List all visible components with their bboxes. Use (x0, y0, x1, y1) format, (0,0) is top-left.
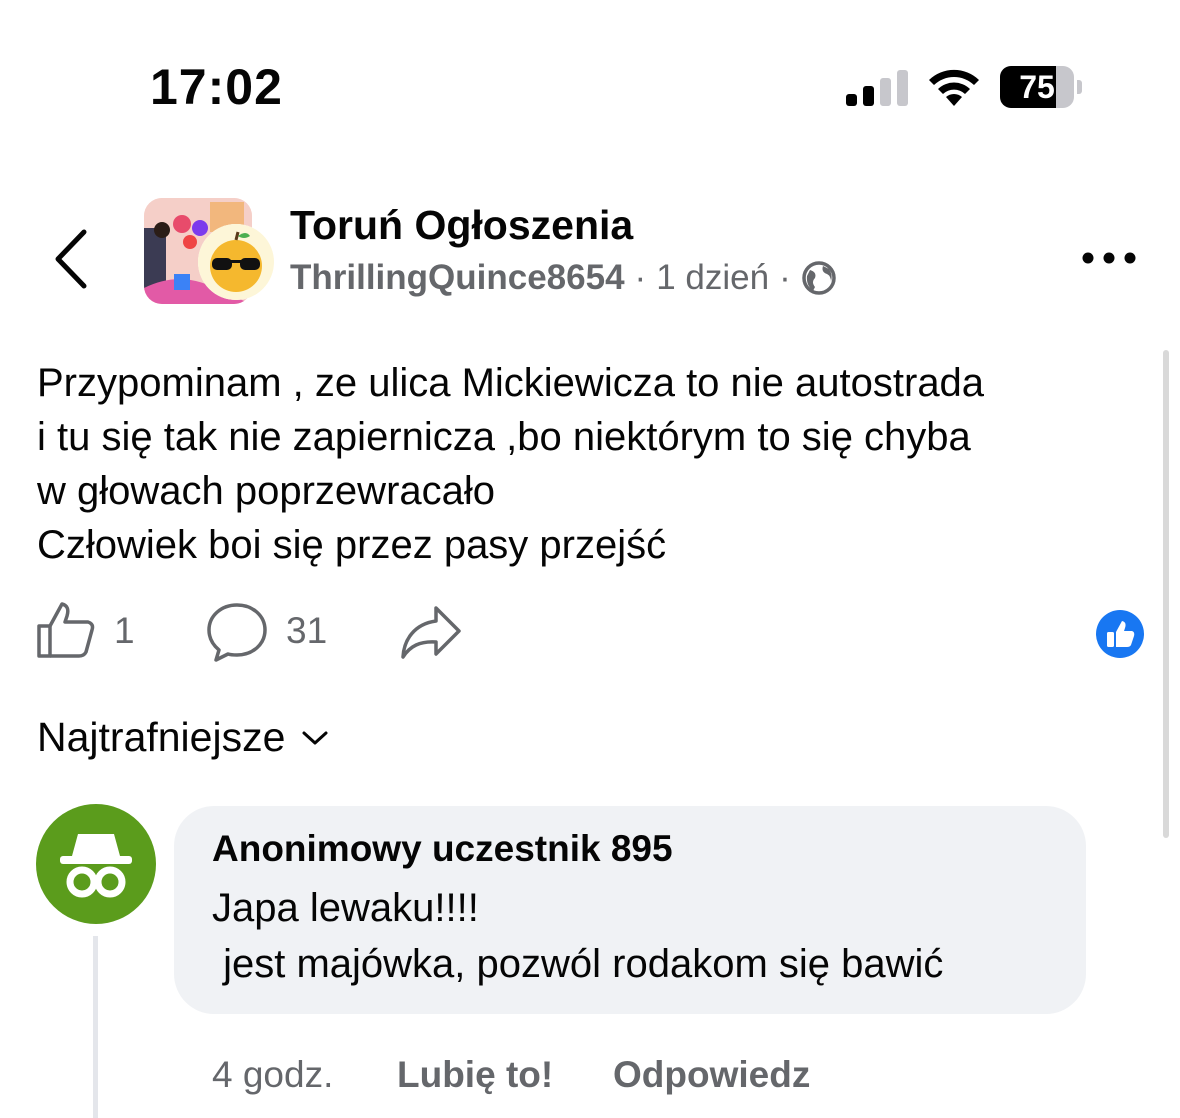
battery-level: 75 (1019, 69, 1055, 105)
comment-sort-dropdown[interactable]: Najtrafniejsze (37, 714, 329, 761)
status-time: 17:02 (150, 59, 283, 115)
comment-text: Japa lewaku!!!! jest majówka, pozwól rod… (212, 886, 944, 986)
like-count[interactable]: 1 (114, 610, 135, 652)
comment-like-button[interactable]: Lubię to! (397, 1054, 553, 1096)
sort-label: Najtrafniejsze (37, 714, 286, 760)
comment-reply-button[interactable]: Odpowiedz (613, 1054, 810, 1096)
thumbs-up-icon[interactable] (36, 600, 96, 660)
more-options-icon[interactable] (1078, 246, 1140, 270)
like-reaction-badge[interactable] (1096, 610, 1144, 658)
thread-line (93, 936, 98, 1118)
wifi-icon (929, 69, 979, 106)
anonymous-avatar[interactable] (36, 804, 156, 924)
post-text: Przypominam , ze ulica Mickiewicza to ni… (37, 361, 985, 567)
comment-time[interactable]: 4 godz. (212, 1054, 333, 1096)
author-avatar[interactable] (198, 224, 274, 300)
share-icon[interactable] (400, 604, 462, 660)
comment-icon[interactable] (206, 602, 268, 662)
scrollbar[interactable] (1163, 350, 1169, 838)
back-chevron-icon[interactable] (50, 228, 90, 290)
quince-sunglasses-icon (198, 224, 274, 300)
comment-author[interactable]: Anonimowy uczestnik 895 (212, 828, 673, 870)
meta-separator: · (779, 258, 791, 297)
incognito-icon (60, 834, 132, 898)
globe-icon (801, 261, 836, 295)
meta-separator: · (634, 258, 647, 297)
cellular-signal-icon (846, 70, 908, 106)
like-reaction-icon (1107, 621, 1135, 647)
battery-icon: 75 (1000, 66, 1082, 108)
comment-count[interactable]: 31 (286, 610, 327, 652)
post-meta: ThrillingQuince8654 · 1 dzień · (290, 258, 837, 298)
chevron-down-icon (302, 731, 328, 744)
author-name[interactable]: ThrillingQuince8654 (290, 258, 625, 298)
post-time[interactable]: 1 dzień (656, 258, 769, 298)
group-name[interactable]: Toruń Ogłoszenia (290, 202, 633, 249)
